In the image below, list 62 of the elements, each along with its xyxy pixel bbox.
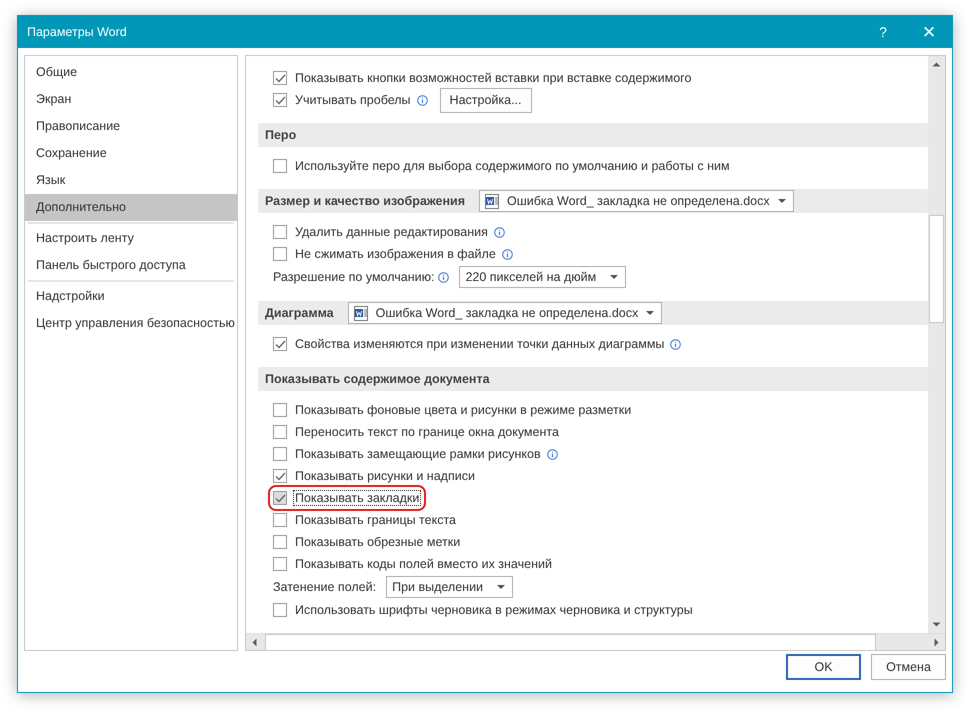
checkbox[interactable] (273, 337, 287, 351)
document-dropdown[interactable]: Ошибка Word_ закладка не определена.docx (348, 302, 662, 324)
checkbox-label: Показывать кнопки возможностей вставки при вставке содержимого (294, 70, 692, 86)
sidebar-item[interactable]: Панель быстрого доступа (25, 252, 237, 279)
dropdown[interactable]: При выделении (386, 576, 514, 598)
caret-icon (610, 275, 618, 279)
checkbox[interactable] (273, 491, 287, 505)
checkbox-label: Показывать границы текста (294, 512, 457, 528)
sidebar-item[interactable]: Центр управления безопасностью (25, 310, 237, 337)
sidebar-item[interactable]: Надстройки (25, 283, 237, 310)
scroll-thumb[interactable] (265, 634, 876, 650)
checkbox[interactable] (273, 603, 287, 617)
document-icon (354, 306, 368, 320)
checkbox[interactable] (273, 535, 287, 549)
section-title: Диаграмма (265, 306, 334, 320)
checkbox-label: Используйте перо для выбора содержимого по умолчанию и работы с ним (294, 158, 731, 174)
caret-icon (646, 311, 654, 315)
caret-icon (497, 585, 506, 589)
ok-button[interactable]: OK (786, 654, 861, 680)
checkbox[interactable] (273, 425, 287, 439)
checkbox[interactable] (273, 93, 287, 107)
caret-icon (778, 199, 786, 203)
checkbox[interactable] (273, 225, 287, 239)
field-label: Разрешение по умолчанию: (273, 270, 434, 284)
cancel-button[interactable]: Отмена (871, 654, 946, 680)
dropdown[interactable]: 220 пикселей на дюйм (459, 266, 626, 288)
settings-button[interactable]: Настройка... (440, 88, 532, 112)
checkbox[interactable] (273, 247, 287, 261)
checkbox-label: Показывать закладки (293, 490, 422, 506)
checkbox-label: Использовать шрифты черновика в режимах черновика и структуры (294, 602, 694, 618)
checkbox-label: Показывать замещающие рамки рисунков (294, 446, 542, 462)
section-title: Показывать содержимое документа (265, 372, 490, 386)
checkbox[interactable] (273, 513, 287, 527)
sidebar-item[interactable]: Настроить ленту (25, 225, 237, 252)
sidebar-item[interactable]: Общие (25, 59, 237, 86)
document-icon (485, 194, 499, 208)
checkbox-label: Показывать рисунки и надписи (294, 468, 476, 484)
checkbox[interactable] (273, 447, 287, 461)
checkbox-label: Показывать фоновые цвета и рисунки в режиме разметки (294, 402, 632, 418)
checkbox[interactable] (273, 71, 287, 85)
sidebar-item[interactable]: Правописание (25, 113, 237, 140)
checkbox[interactable] (273, 557, 287, 571)
checkbox[interactable] (273, 159, 287, 173)
checkbox-label: Не сжимать изображения в файле (294, 246, 497, 262)
sidebar-item[interactable]: Сохранение (25, 140, 237, 167)
checkbox[interactable] (273, 469, 287, 483)
window-title: Параметры Word (27, 25, 128, 39)
document-dropdown[interactable]: Ошибка Word_ закладка не определена.docx (479, 190, 794, 212)
checkbox-label: Показывать обрезные метки (294, 534, 462, 550)
sidebar-item[interactable]: Язык (25, 167, 237, 194)
section-title: Размер и качество изображения (265, 194, 465, 208)
checkbox-label: Удалить данные редактирования (294, 224, 489, 240)
checkbox-label: Свойства изменяются при изменении точки данных диаграммы (294, 336, 666, 352)
checkbox[interactable] (273, 403, 287, 417)
checkbox-label: Переносить текст по границе окна документа (294, 424, 560, 440)
sidebar-item[interactable]: Дополнительно (25, 194, 237, 221)
field-label: Затенение полей: (273, 580, 376, 594)
scroll-thumb[interactable] (929, 215, 944, 323)
section-title: Перо (265, 128, 296, 142)
checkbox-label: Учитывать пробелы (294, 92, 412, 108)
checkbox-label: Показывать коды полей вместо их значений (294, 556, 553, 572)
sidebar-item[interactable]: Экран (25, 86, 237, 113)
